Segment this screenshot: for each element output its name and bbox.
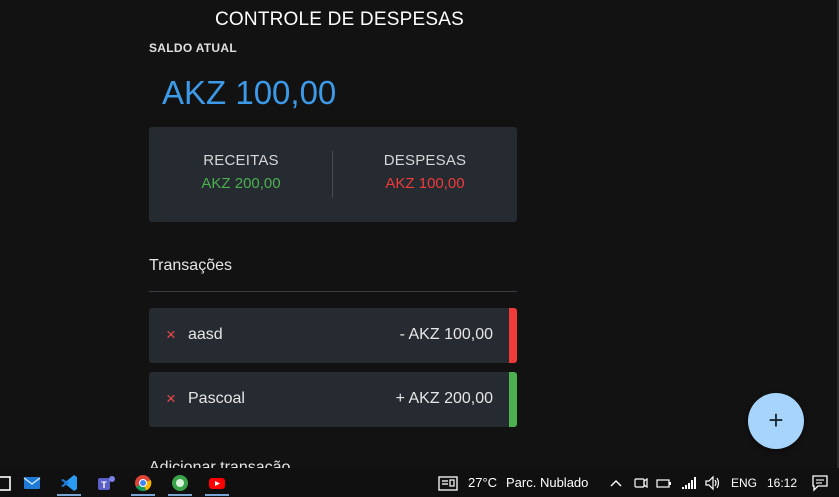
youtube-icon[interactable] bbox=[206, 472, 228, 494]
teams-icon[interactable]: T bbox=[95, 472, 117, 494]
add-transaction-title: Adicionar transação bbox=[149, 460, 290, 468]
weather-condition[interactable]: Parc. Nublado bbox=[506, 475, 588, 490]
transactions-title: Transações bbox=[149, 257, 232, 274]
file-explorer-icon[interactable] bbox=[0, 472, 14, 494]
taskbar: T 27°C Parc. Nublado ENG 16:12 bbox=[0, 468, 839, 497]
weather-news-icon[interactable] bbox=[437, 472, 459, 494]
delete-icon[interactable]: × bbox=[166, 325, 180, 345]
add-transaction-button[interactable]: + bbox=[748, 393, 804, 449]
notification-icon[interactable] bbox=[810, 472, 832, 494]
transaction-amount: - AKZ 100,00 bbox=[399, 326, 493, 343]
expense-indicator bbox=[509, 308, 517, 363]
mail-icon[interactable] bbox=[21, 472, 43, 494]
wifi-signal-icon[interactable] bbox=[680, 472, 702, 494]
transaction-item: × aasd - AKZ 100,00 bbox=[149, 308, 517, 363]
balance-label: SALDO ATUAL bbox=[149, 41, 237, 55]
volume-icon[interactable] bbox=[703, 472, 725, 494]
chrome-icon[interactable] bbox=[132, 472, 154, 494]
balance-value: AKZ 100,00 bbox=[162, 74, 337, 111]
income-value: AKZ 200,00 bbox=[201, 175, 281, 192]
meet-now-icon[interactable] bbox=[633, 472, 655, 494]
expense-summary: DESPESAS AKZ 100,00 bbox=[333, 152, 517, 192]
active-app-indicator bbox=[205, 494, 229, 496]
transaction-amount: + AKZ 200,00 bbox=[395, 390, 493, 407]
transaction-name: aasd bbox=[188, 326, 223, 343]
transaction-item: × Pascoal + AKZ 200,00 bbox=[149, 372, 517, 427]
svg-text:T: T bbox=[101, 480, 107, 490]
income-summary: RECEITAS AKZ 200,00 bbox=[149, 152, 333, 192]
summary-card: RECEITAS AKZ 200,00 DESPESAS AKZ 100,00 bbox=[149, 127, 517, 222]
expense-label: DESPESAS bbox=[383, 152, 467, 169]
chevron-up-icon[interactable] bbox=[608, 472, 630, 494]
clock[interactable]: 16:12 bbox=[767, 476, 797, 490]
expense-value: AKZ 100,00 bbox=[385, 175, 465, 192]
active-app-indicator bbox=[168, 494, 192, 496]
income-label: RECEITAS bbox=[203, 152, 279, 169]
active-app-indicator bbox=[57, 494, 81, 496]
section-divider bbox=[149, 291, 517, 292]
page-title: CONTROLE DE DESPESAS bbox=[215, 9, 464, 30]
active-app-indicator bbox=[131, 494, 155, 496]
income-indicator bbox=[509, 372, 517, 427]
transaction-name: Pascoal bbox=[188, 390, 245, 407]
app-icon[interactable] bbox=[169, 472, 191, 494]
battery-icon[interactable] bbox=[655, 472, 677, 494]
vscode-icon[interactable] bbox=[58, 472, 80, 494]
language-indicator[interactable]: ENG bbox=[731, 476, 757, 490]
delete-icon[interactable]: × bbox=[166, 389, 180, 409]
app-window: CONTROLE DE DESPESAS SALDO ATUAL AKZ 100… bbox=[0, 0, 839, 468]
weather-temp[interactable]: 27°C bbox=[468, 475, 497, 490]
